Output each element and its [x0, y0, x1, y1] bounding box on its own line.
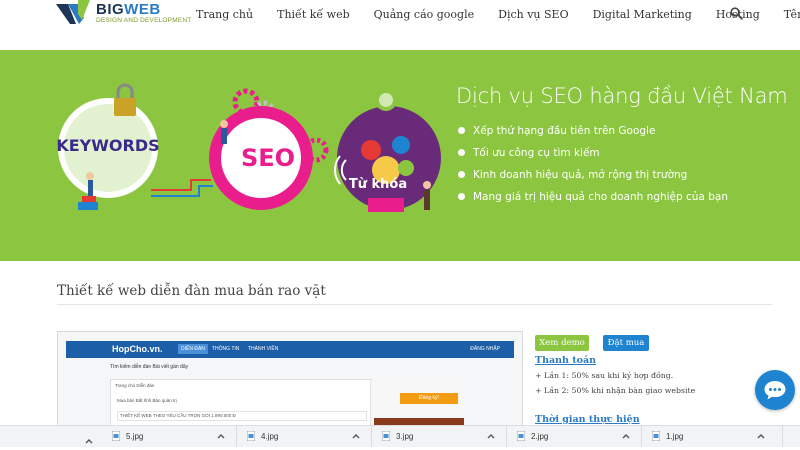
main-nav: Trang chủ Thiết kế web Quảng cáo google …	[196, 8, 800, 21]
download-item[interactable]: 3.jpg	[372, 426, 507, 447]
preview-panel-tabs: Trang chủ Diễn đàn	[115, 383, 155, 388]
search-icon[interactable]	[730, 7, 743, 20]
section-title: Thiết kế web diễn đàn mua bán rao vặt	[57, 283, 326, 299]
preview-panel-buttons: Mua bán Bất tĩnh Bàn quản trị	[117, 398, 177, 403]
preview-login: ĐĂNG NHẬP	[470, 346, 500, 352]
download-filename: 5.jpg	[126, 432, 144, 441]
bullet-dot-icon	[458, 171, 465, 178]
preview-crumbs: Tìm kiếm diễn đàn Bài viết gần đây	[110, 364, 189, 370]
payment-line: + Lần 1: 50% sau khi ký hợp đồng.	[535, 371, 674, 380]
banner-bullet-list: Xếp thứ hạng đầu tiên trên Google Tối ưu…	[458, 124, 728, 212]
download-filename: 3.jpg	[396, 432, 414, 441]
preview-register-button: Đăng ký!	[400, 393, 458, 404]
chevron-up-icon[interactable]	[486, 431, 496, 441]
preview-logo: HopCho.vn.	[112, 344, 163, 354]
preview-tab: THÀNH VIÊN	[248, 346, 279, 352]
bullet-dot-icon	[458, 149, 465, 156]
product-preview-image[interactable]: HopCho.vn. DIỄN ĐÀN THÔNG TIN THÀNH VIÊN…	[57, 331, 523, 433]
file-image-icon	[112, 431, 120, 441]
section-divider	[57, 304, 772, 305]
logo-tagline: DESIGN AND DEVELOPMENT	[96, 17, 192, 24]
site-header: BIGWEB DESIGN AND DEVELOPMENT Trang chủ …	[0, 0, 800, 51]
nav-item-digital-marketing[interactable]: Digital Marketing	[593, 8, 692, 21]
download-filename: 4.jpg	[261, 432, 279, 441]
chevron-up-icon[interactable]	[351, 431, 361, 441]
chat-icon	[764, 381, 786, 400]
download-item[interactable]: 2.jpg	[507, 426, 642, 447]
nav-item-google-ads[interactable]: Quảng cáo google	[374, 8, 474, 21]
preview-navbar: HopCho.vn. DIỄN ĐÀN THÔNG TIN THÀNH VIÊN…	[66, 341, 514, 358]
tukhoa-art-label: Từ khóa	[349, 177, 407, 192]
order-button[interactable]: Đặt mua	[603, 335, 649, 351]
logo-name: BIGWEB	[96, 1, 161, 18]
chevron-up-icon[interactable]	[84, 431, 94, 450]
file-image-icon	[517, 431, 525, 441]
download-filename: 1.jpg	[666, 432, 684, 441]
preview-row: THIẾT KẾ WEB THEO YÊU CẦU TRỌN GÓI 1.990…	[117, 411, 367, 421]
seo-illustration: KEYWORDS SEO Từ khóa	[56, 83, 441, 212]
download-filename: 2.jpg	[531, 432, 549, 441]
hero-banner: KEYWORDS SEO Từ khóa Dịch vụ SEO hàng đầ…	[0, 50, 800, 261]
download-bar: 5.jpg 4.jpg 3.jpg 2.jpg 1.jpg	[0, 425, 800, 447]
file-image-icon	[247, 431, 255, 441]
preview-tab: DIỄN ĐÀN	[178, 344, 208, 354]
nav-item-web-design[interactable]: Thiết kế web	[277, 8, 350, 21]
nav-item-domain[interactable]: Tên miền	[784, 8, 800, 21]
payment-title[interactable]: Thanh toán	[535, 355, 596, 366]
banner-bullet: Xếp thứ hạng đầu tiên trên Google	[458, 124, 728, 146]
file-image-icon	[382, 431, 390, 441]
chevron-up-icon[interactable]	[621, 431, 631, 441]
chat-button[interactable]	[755, 370, 795, 410]
bullet-dot-icon	[458, 127, 465, 134]
file-image-icon	[652, 431, 660, 441]
delivery-time-title[interactable]: Thời gian thực hiện	[535, 414, 640, 425]
view-demo-button[interactable]: Xem demo	[535, 335, 589, 351]
banner-bullet: Mang giá trị hiệu quả cho doanh nghiệp c…	[458, 190, 728, 212]
download-item[interactable]: 5.jpg	[102, 426, 237, 447]
banner-bullet: Kinh doanh hiệu quả, mở rộng thị trường	[458, 168, 728, 190]
banner-title: Dịch vụ SEO hàng đầu Việt Nam	[456, 84, 788, 108]
logo[interactable]: BIGWEB DESIGN AND DEVELOPMENT	[56, 0, 191, 32]
logo-mark-icon	[56, 0, 90, 24]
nav-item-seo[interactable]: Dịch vụ SEO	[498, 8, 568, 21]
download-item[interactable]: 1.jpg	[642, 426, 783, 447]
seo-art-label: SEO	[241, 144, 295, 172]
payment-line: + Lần 2: 50% khi nhận bàn giao website	[535, 386, 696, 395]
chevron-up-icon[interactable]	[756, 431, 766, 441]
preview-tab: THÔNG TIN	[212, 346, 240, 352]
download-item[interactable]: 4.jpg	[237, 426, 372, 447]
keywords-art-label: KEYWORDS	[56, 136, 159, 155]
banner-bullet: Tối ưu công cụ tìm kiếm	[458, 146, 728, 168]
nav-item-home[interactable]: Trang chủ	[196, 8, 253, 21]
bullet-dot-icon	[458, 193, 465, 200]
chevron-up-icon[interactable]	[216, 431, 226, 441]
